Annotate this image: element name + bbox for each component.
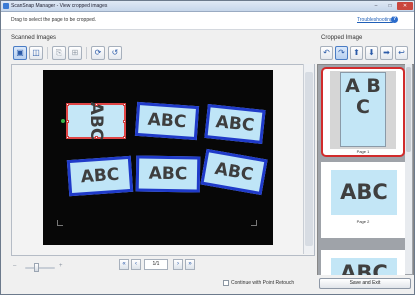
maximize-button[interactable]: □ — [383, 2, 397, 10]
rotate-left-icon[interactable]: ↶ — [320, 46, 333, 60]
thumbnail-scrollbar-thumb[interactable] — [406, 67, 411, 152]
scan-page-icon[interactable]: ⎘ — [52, 46, 66, 60]
viewer-scrollbar[interactable] — [303, 64, 314, 254]
close-button[interactable]: ✕ — [397, 2, 413, 10]
resize-handle[interactable] — [66, 120, 69, 123]
app-window: ScanSnap Manager - View cropped images –… — [0, 0, 415, 295]
crop-corner-marker — [57, 220, 63, 226]
toolbar-separator — [47, 47, 48, 59]
point-retouch-label: Continue with Point Retouch — [231, 280, 295, 286]
cropped-thumbnail-list[interactable]: A B C Page 1 ABC Page 2 ABC — [317, 64, 414, 276]
resize-handle[interactable] — [95, 103, 98, 106]
crop-area[interactable]: ABC — [135, 155, 201, 193]
resize-handle[interactable] — [123, 120, 126, 123]
thumbnail-page-1[interactable]: A B C Page 1 — [321, 67, 405, 157]
thumbnail-scrollbar[interactable] — [405, 64, 412, 274]
title-bar: ScanSnap Manager - View cropped images –… — [1, 1, 414, 12]
page-navigation: « ‹ 1/1 › » — [1, 259, 314, 272]
toolbar-separator — [86, 47, 87, 59]
book-pages-icon[interactable]: ⊞ — [68, 46, 82, 60]
card-text: ABC — [148, 163, 188, 185]
last-page-button[interactable]: » — [185, 259, 195, 270]
thumbnail-image: A B C — [340, 72, 386, 147]
help-icon[interactable]: ? — [391, 16, 398, 23]
thumbnail-caption: Page 2 — [356, 219, 370, 224]
rotate-icon[interactable]: ⟳ — [91, 46, 105, 60]
instruction-text: Drag to select the page to be cropped. — [11, 17, 97, 23]
save-and-exit-button[interactable]: Save and Exit — [319, 278, 411, 289]
crop-area[interactable]: ABC — [204, 104, 266, 144]
previous-page-button[interactable]: ‹ — [131, 259, 141, 270]
card-text: ABC — [86, 101, 106, 141]
thumbnail-image-2-wrap: ABC Page 2 — [321, 170, 405, 225]
resize-handle[interactable] — [66, 136, 69, 139]
instruction-bar: Drag to select the page to be cropped. T… — [1, 12, 414, 30]
thumbnail-text: ABC — [340, 180, 388, 204]
selected-crop-area[interactable]: ABC — [66, 102, 126, 140]
scanned-images-label: Scanned Images — [11, 35, 57, 41]
resize-handle[interactable] — [123, 103, 126, 106]
app-icon — [3, 3, 9, 9]
crop-area[interactable]: ABC — [200, 148, 268, 196]
resize-handle[interactable] — [123, 136, 126, 139]
viewer-scrollbar-thumb[interactable] — [305, 72, 313, 246]
thumbnail-image: ABC — [331, 258, 397, 276]
card-text: ABC — [147, 109, 187, 133]
rotation-handle[interactable] — [61, 119, 65, 123]
double-page-view-icon[interactable]: ◫ — [29, 46, 43, 60]
thumbnail-text: ABC — [340, 261, 388, 276]
cropped-image-label: Cropped Image — [321, 35, 363, 41]
resize-handle[interactable] — [95, 136, 98, 139]
resize-handle[interactable] — [66, 103, 69, 106]
thumbnail-page-3[interactable]: ABC — [321, 250, 405, 276]
move-down-icon[interactable]: ⬇ — [365, 46, 378, 60]
scanned-page[interactable]: ABC ABC ABC ABC ABC ABC — [43, 70, 273, 245]
card-text: ABC — [80, 164, 120, 188]
troubleshooting-link[interactable]: Troubleshooting — [357, 17, 393, 23]
footer-bar: Continue with Point Retouch Save and Exi… — [1, 275, 414, 294]
next-page-button[interactable]: › — [173, 259, 183, 270]
page-number-field[interactable]: 1/1 — [144, 259, 168, 270]
card-text: ABC — [214, 112, 256, 136]
move-up-icon[interactable]: ⬆ — [350, 46, 363, 60]
card-text: ABC — [213, 158, 255, 186]
first-page-button[interactable]: « — [119, 259, 129, 270]
minimize-button[interactable]: – — [369, 2, 383, 10]
crop-area[interactable]: ABC — [134, 101, 200, 141]
rotate-right-icon[interactable]: ↷ — [335, 46, 348, 60]
scanned-image-viewer[interactable]: ABC ABC ABC ABC ABC ABC — [11, 64, 315, 256]
single-page-view-icon[interactable]: ▣ — [13, 46, 27, 60]
point-retouch-checkbox[interactable] — [223, 280, 229, 286]
thumbnail-caption: Page 1 — [356, 149, 370, 154]
crop-area[interactable]: ABC — [66, 155, 134, 197]
thumbnail-text: A B C — [345, 75, 381, 118]
next-page-icon[interactable]: ➡ — [380, 46, 393, 60]
window-title: ScanSnap Manager - View cropped images — [11, 3, 108, 9]
reset-icon[interactable]: ↺ — [108, 46, 122, 60]
crop-corner-marker — [251, 220, 257, 226]
undo-icon[interactable]: ↩ — [395, 46, 408, 60]
thumbnail-image: ABC — [331, 170, 397, 215]
